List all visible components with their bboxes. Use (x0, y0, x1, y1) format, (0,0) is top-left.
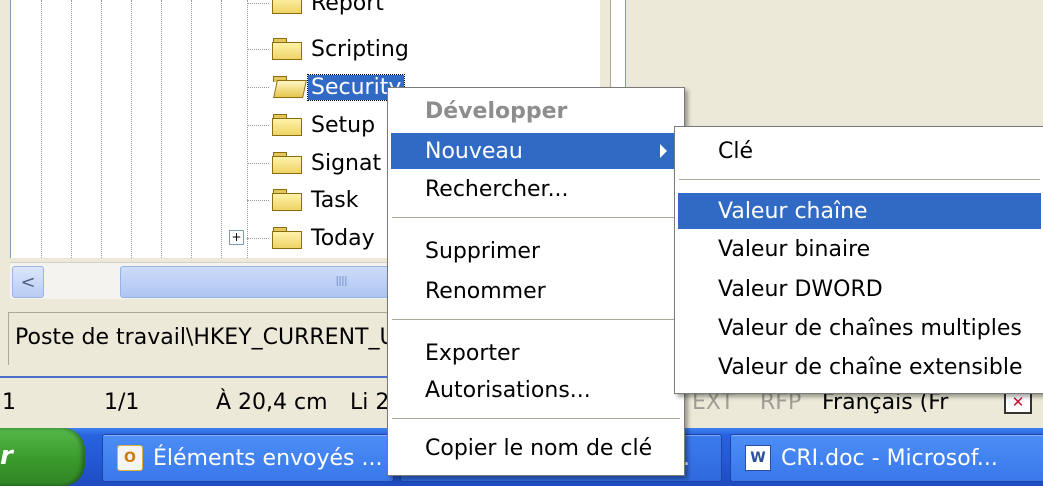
menu-item-nouveau[interactable]: Nouveau (391, 133, 681, 169)
page-indicator: 1/1 (104, 390, 140, 415)
tree-node-setup[interactable]: Setup (247, 108, 378, 142)
taskbar-item-word[interactable]: W CRI.doc - Microsof... (730, 434, 1043, 482)
tree-node-label: Report (311, 0, 384, 16)
submenu-item-valeur-chaines-multiples[interactable]: Valeur de chaînes multiples (678, 310, 1041, 346)
line-indicator: Li 2 (350, 390, 390, 415)
open-folder-icon (272, 76, 307, 98)
tree-guide-line (221, 0, 222, 258)
tree-guide-line (71, 0, 72, 258)
menu-item-label: Développer (425, 98, 568, 124)
menu-item-label: Rechercher... (425, 176, 569, 202)
tree-node-security[interactable]: Security (247, 70, 406, 104)
submenu-arrow-icon (660, 144, 667, 158)
menu-item-copier-nom-cle[interactable]: Copier le nom de clé (391, 430, 681, 466)
tree-guide-line (131, 0, 132, 258)
taskbar-item-label: Éléments envoyés ... (153, 445, 383, 471)
menu-item-supprimer[interactable]: Supprimer (391, 233, 681, 269)
menu-item-label: Nouveau (425, 138, 523, 164)
tree-guide-line (161, 0, 162, 258)
tree-node-today[interactable]: + Today (229, 221, 378, 255)
menu-separator (392, 217, 680, 218)
taskbar-item-label: CRI.doc - Microsof... (781, 445, 998, 471)
tree-node-label: Signat (311, 150, 382, 176)
section-indicator: 1 (2, 390, 16, 415)
menu-item-label: Valeur de chaînes multiples (718, 315, 1022, 341)
menu-item-label: Copier le nom de clé (425, 435, 653, 461)
expand-plus-icon[interactable]: + (229, 230, 244, 245)
menu-item-label: Clé (718, 138, 754, 164)
tree-node-scripting[interactable]: Scripting (247, 32, 412, 66)
menu-item-label: Renommer (425, 278, 546, 304)
grip-icon: IIII (335, 274, 347, 290)
folder-icon (272, 114, 302, 136)
chevron-left-icon: < (20, 271, 36, 293)
registry-path: Poste de travail\HKEY_CURRENT_U (15, 325, 396, 350)
menu-separator (679, 179, 1040, 180)
start-button-label: r (0, 441, 13, 471)
menu-item-label: Valeur chaîne (718, 198, 868, 224)
context-menu: Développer Nouveau Rechercher... Supprim… (387, 87, 685, 476)
submenu-item-valeur-dword[interactable]: Valeur DWORD (678, 271, 1041, 307)
tree-node-label: Today (311, 225, 375, 251)
submenu-item-valeur-chaine[interactable]: Valeur chaîne (678, 193, 1041, 229)
folder-icon (272, 38, 302, 60)
tree-guide-line (41, 0, 42, 258)
menu-item-label: Valeur de chaîne extensible (718, 354, 1023, 380)
word-icon: W (745, 445, 771, 471)
tree-node-label: Task (311, 187, 359, 213)
submenu-item-valeur-binaire[interactable]: Valeur binaire (678, 231, 1041, 267)
menu-item-label: Exporter (425, 340, 520, 366)
submenu-item-cle[interactable]: Clé (678, 133, 1041, 169)
submenu-item-valeur-chaine-extensible[interactable]: Valeur de chaîne extensible (678, 349, 1041, 385)
position-indicator: À 20,4 cm (216, 390, 328, 415)
menu-item-rechercher[interactable]: Rechercher... (391, 171, 681, 207)
menu-separator (392, 418, 680, 419)
folder-icon (272, 0, 302, 14)
menu-item-label: Autorisations... (425, 377, 591, 403)
menu-item-label: Valeur DWORD (718, 276, 883, 302)
tree-node-signatures[interactable]: Signat (247, 146, 384, 180)
tree-node-task[interactable]: Task (247, 183, 361, 217)
outlook-icon: O (117, 445, 143, 471)
menu-item-renommer[interactable]: Renommer (391, 273, 681, 309)
scroll-left-button[interactable]: < (12, 266, 44, 298)
menu-item-label: Supprimer (425, 238, 541, 264)
folder-icon (272, 152, 302, 174)
folder-icon (272, 227, 302, 249)
folder-icon (272, 189, 302, 211)
menu-item-autorisations[interactable]: Autorisations... (391, 372, 681, 408)
menu-item-exporter[interactable]: Exporter (391, 335, 681, 371)
menu-item-label: Valeur binaire (718, 236, 871, 262)
tree-guide-line (191, 0, 192, 258)
tree-node-report[interactable]: Report (247, 0, 387, 20)
tree-node-label: Scripting (311, 36, 409, 62)
start-button[interactable]: r (0, 428, 85, 486)
menu-item-developper[interactable]: Développer (391, 93, 681, 129)
menu-separator (392, 319, 680, 320)
submenu-nouveau: Clé Valeur chaîne Valeur binaire Valeur … (674, 126, 1043, 394)
tree-node-label: Setup (311, 112, 376, 138)
tree-guide-line (101, 0, 102, 258)
taskbar-item-outlook[interactable]: O Éléments envoyés ... (102, 434, 394, 482)
